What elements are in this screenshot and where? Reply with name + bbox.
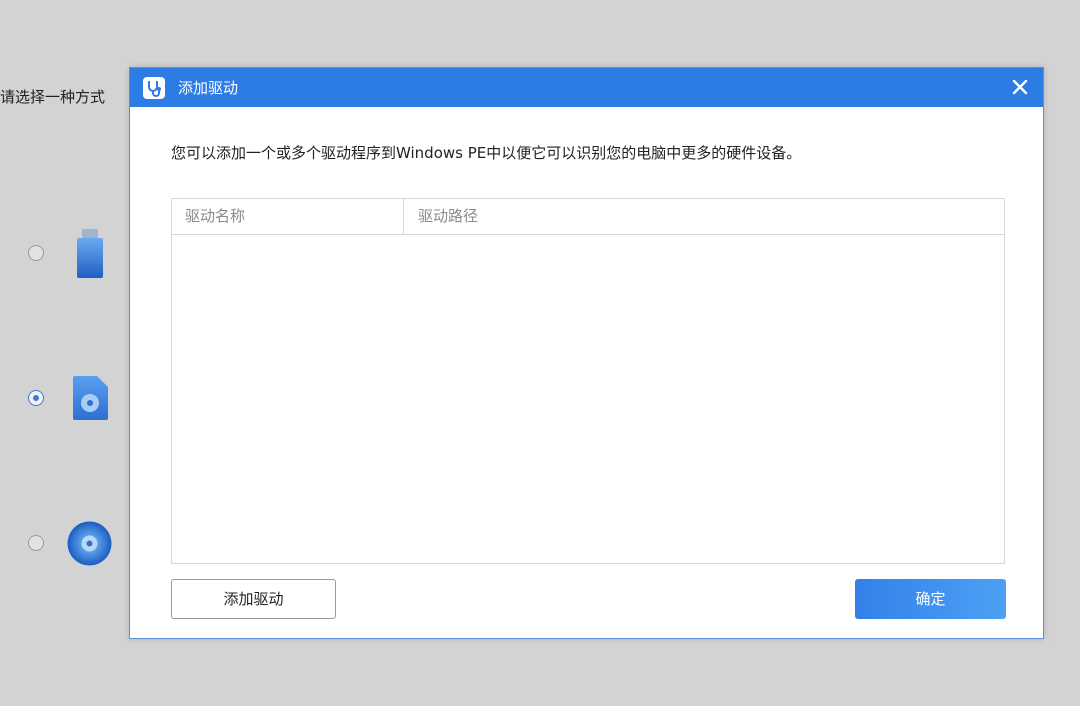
close-icon[interactable] <box>1009 76 1031 98</box>
dialog-titlebar: 添加驱动 <box>130 68 1043 107</box>
column-header-driver-name[interactable]: 驱动名称 <box>172 199 404 234</box>
iso-radio-button[interactable] <box>28 390 44 406</box>
choose-method-prompt: 请选择一种方式 <box>0 88 106 106</box>
driver-table: 驱动名称 驱动路径 <box>171 198 1005 564</box>
usb-drive-icon <box>77 229 103 278</box>
table-header: 驱动名称 驱动路径 <box>172 199 1004 235</box>
iso-file-icon <box>73 376 108 420</box>
add-driver-button[interactable]: 添加驱动 <box>171 579 336 619</box>
dialog-title: 添加驱动 <box>178 79 239 97</box>
usb-radio-button[interactable] <box>28 245 44 261</box>
add-driver-dialog: 添加驱动 您可以添加一个或多个驱动程序到Windows PE中以便它可以识别您的… <box>129 67 1044 639</box>
table-body <box>172 235 1004 563</box>
cd-disc-icon <box>67 521 112 566</box>
column-header-driver-path[interactable]: 驱动路径 <box>404 199 1004 234</box>
cd-radio-button[interactable] <box>28 535 44 551</box>
ok-button[interactable]: 确定 <box>855 579 1006 619</box>
dialog-description: 您可以添加一个或多个驱动程序到Windows PE中以便它可以识别您的电脑中更多… <box>171 144 802 162</box>
stethoscope-app-logo-icon <box>143 77 165 99</box>
